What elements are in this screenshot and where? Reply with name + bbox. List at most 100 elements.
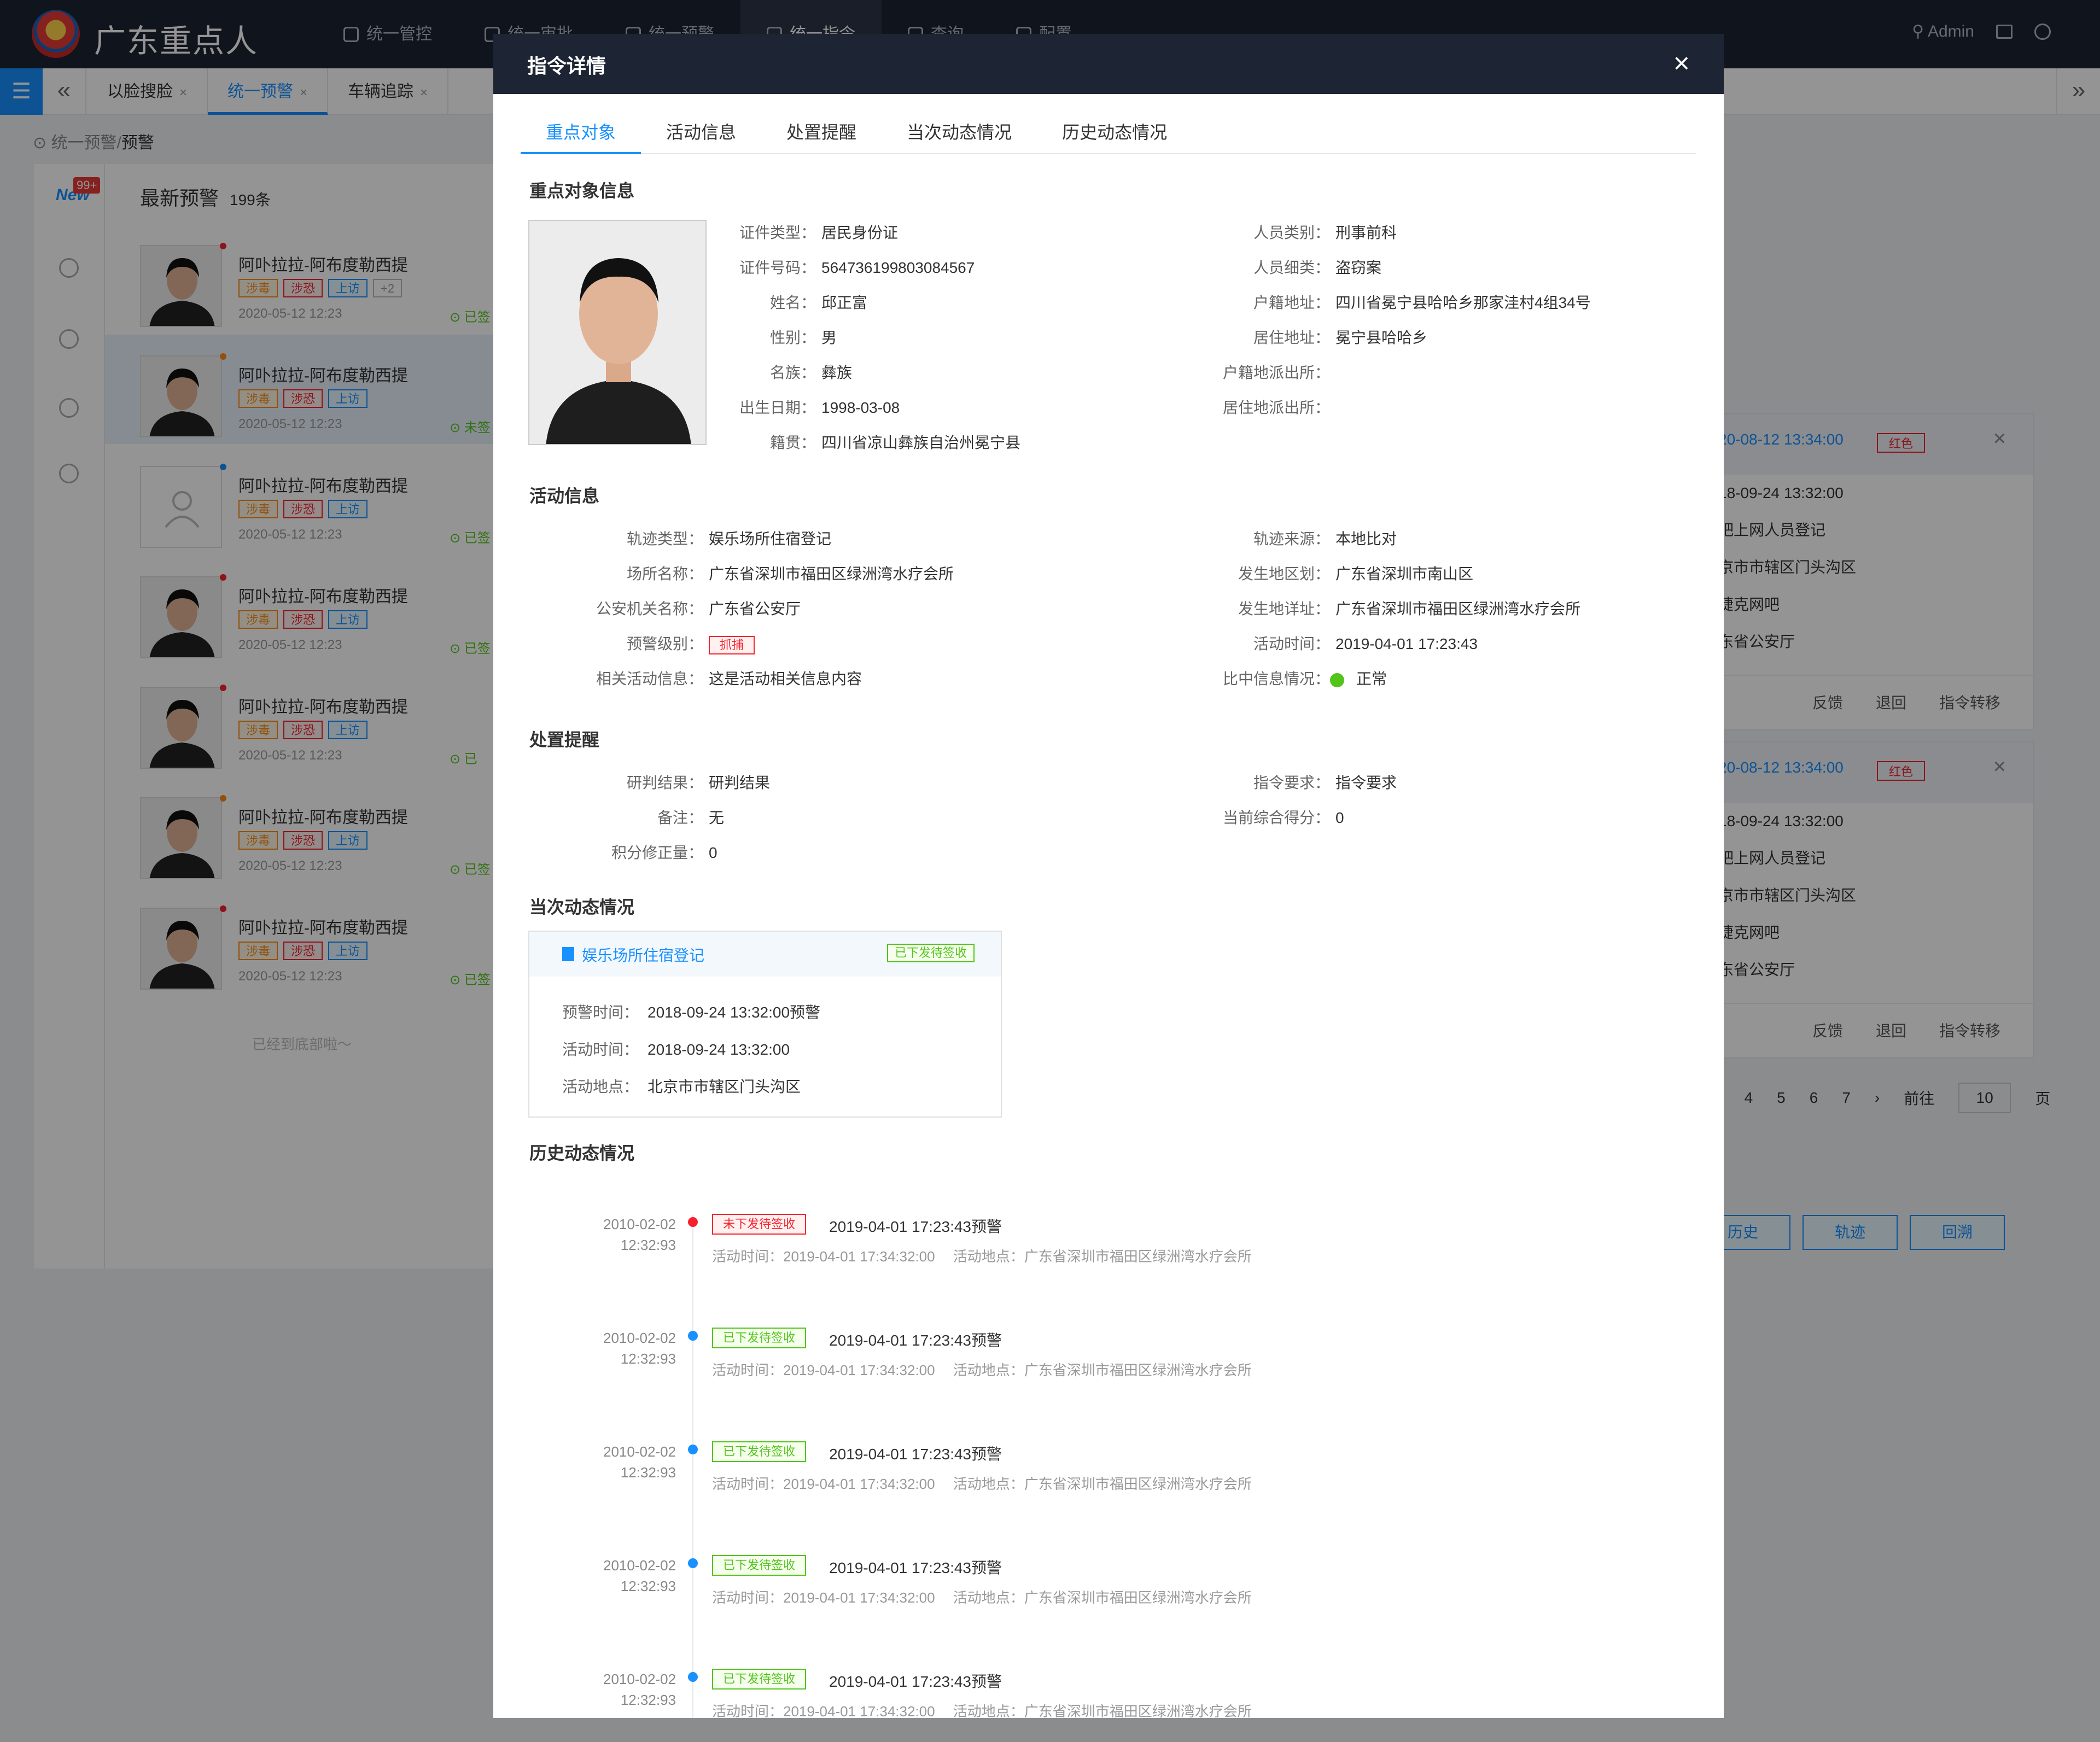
status-badge: 已下发待签收: [712, 1555, 807, 1576]
field-value: 这是活动相关信息内容: [709, 670, 862, 687]
modal-header: 指令详情 ×: [493, 34, 1724, 94]
field-label: 研判结果：: [626, 774, 703, 791]
timeline-item: 2010-02-02 12:32:93 已下发待签收 2019-04-01 17:23…: [528, 1323, 1677, 1433]
status-badge: 已下发待签收: [712, 1328, 807, 1348]
field-label: 场所名称：: [626, 565, 703, 582]
field-row: 预警级别： 抓捕: [528, 632, 755, 654]
field-row: 人员类别： 刑事前科: [1210, 221, 1397, 243]
field-value: 邱正富: [821, 294, 868, 311]
field-row: 居住地址： 冕宁县哈哈乡: [1210, 326, 1427, 348]
tab-history-dynamic[interactable]: 历史动态情况: [1037, 116, 1192, 154]
tab-activity[interactable]: 活动信息: [641, 116, 761, 154]
field-label: 积分修正量：: [611, 844, 703, 861]
field-row: 轨迹类型： 娱乐场所住宿登记: [528, 527, 831, 549]
field-value: 本地比对: [1335, 530, 1397, 547]
field-value: 盗窃案: [1335, 259, 1382, 276]
field-value: 彝族: [821, 364, 853, 381]
field-label: 人员类别：: [1253, 224, 1330, 241]
timeline-detail: 活动时间：2019-04-01 17:34:32:00 活动地点：广东省深圳市福…: [712, 1589, 1252, 1606]
field-row: 户籍地派出所：: [1210, 361, 1335, 383]
field-row: 场所名称： 广东省深圳市福田区绿洲湾水疗会所: [528, 562, 954, 584]
field-label: 籍贯：: [769, 434, 816, 451]
field-value: 广东省深圳市南山区: [1335, 565, 1474, 582]
timeline-item: 2010-02-02 12:32:93 已下发待签收 2019-04-01 17:23…: [528, 1551, 1677, 1660]
field-row: 备注： 无: [528, 806, 724, 828]
field-row: 证件号码： 564736199803084567: [723, 256, 975, 278]
status-badge: 未下发待签收: [712, 1214, 807, 1235]
field-value: 指令要求: [1335, 774, 1397, 791]
timeline-dot: [688, 1558, 698, 1568]
section-title: 历史动态情况: [529, 1143, 635, 1163]
section-title: 当次动态情况: [529, 897, 635, 917]
tab-current-dynamic[interactable]: 当次动态情况: [882, 116, 1037, 154]
field-label: 性别：: [769, 329, 816, 346]
timeline-title[interactable]: 2019-04-01 17:23:43预警: [829, 1670, 1002, 1692]
field-row: 比中信息情况： 正常: [1210, 667, 1387, 689]
field-row: 指令要求： 指令要求: [1210, 771, 1397, 793]
timeline-date: 2010-02-02 12:32:93: [603, 1671, 676, 1708]
detail-row: 预警时间： 2018-09-24 13:32:00预警: [562, 1004, 821, 1021]
timeline-dot: [688, 1672, 698, 1682]
tab-disposal[interactable]: 处置提醒: [761, 116, 882, 154]
field-value: 广东省深圳市福田区绿洲湾水疗会所: [1335, 600, 1581, 617]
field-label: 人员细类：: [1253, 259, 1330, 276]
timeline-date: 2010-02-02 12:32:93: [603, 1443, 676, 1481]
field-row: 出生日期： 1998-03-08: [723, 396, 900, 418]
timeline-detail: 活动时间：2019-04-01 17:34:32:00 活动地点：广东省深圳市福…: [712, 1248, 1252, 1265]
timeline-title[interactable]: 2019-04-01 17:23:43预警: [829, 1556, 1002, 1578]
field-value: 564736199803084567: [821, 259, 975, 276]
detail-row: 活动时间： 2018-09-24 13:32:00: [562, 1041, 790, 1058]
field-label: 发生地区划：: [1238, 565, 1330, 582]
field-label: 公安机关名称：: [596, 600, 703, 617]
current-dynamic-title[interactable]: 娱乐场所住宿登记: [582, 944, 704, 966]
field-label: 户籍地址：: [1253, 294, 1330, 311]
section-title: 重点对象信息: [529, 181, 635, 201]
field-label: 证件类型：: [739, 224, 816, 241]
field-row: 发生地详址： 广东省深圳市福田区绿洲湾水疗会所: [1210, 597, 1580, 619]
modal-title: 指令详情: [527, 55, 606, 77]
detail-row: 活动地点： 北京市市辖区门头沟区: [562, 1078, 801, 1095]
field-value: 四川省凉山彝族自治州冕宁县: [821, 434, 1021, 451]
timeline-dot: [688, 1445, 698, 1454]
timeline-date: 2010-02-02 12:32:93: [603, 1216, 676, 1253]
field-value: 正常: [1356, 670, 1387, 687]
status-badge: 已下发待签收: [712, 1669, 807, 1690]
field-label: 比中信息情况：: [1222, 670, 1330, 687]
field-value: 2019-04-01 17:23:43: [1335, 635, 1478, 652]
field-label: 出生日期：: [739, 399, 816, 416]
field-label: 相关活动信息：: [596, 670, 703, 687]
field-value: 广东省公安厅: [709, 600, 801, 617]
field-value: 1998-03-08: [821, 399, 900, 416]
timeline-date: 2010-02-02 12:32:93: [603, 1557, 676, 1594]
field-row: 相关活动信息： 这是活动相关信息内容: [528, 667, 862, 689]
status-badge: 已下发待签收: [886, 944, 975, 962]
field-row: 姓名： 邱正富: [723, 291, 867, 313]
field-row: 研判结果： 研判结果: [528, 771, 770, 793]
close-icon[interactable]: ×: [1673, 47, 1690, 80]
field-row: 人员细类： 盗窃案: [1210, 256, 1381, 278]
current-dynamic-card: 娱乐场所住宿登记 已下发待签收 预警时间： 2018-09-24 13:32:00…: [528, 931, 1002, 1118]
timeline-dot: [688, 1331, 698, 1341]
person-photo: [528, 220, 707, 445]
field-row: 轨迹来源： 本地比对: [1210, 527, 1397, 549]
field-row: 居住地派出所：: [1210, 396, 1335, 418]
field-label: 轨迹类型：: [626, 530, 703, 547]
field-label: 发生地详址：: [1238, 600, 1330, 617]
field-value: 0: [709, 844, 718, 861]
tab-key-person[interactable]: 重点对象: [521, 116, 641, 154]
field-row: 活动时间： 2019-04-01 17:23:43: [1210, 632, 1478, 654]
field-label: 姓名：: [769, 294, 816, 311]
field-label: 预警级别：: [626, 635, 703, 652]
field-row: 公安机关名称： 广东省公安厅: [528, 597, 801, 619]
field-label: 轨迹来源：: [1253, 530, 1330, 547]
field-value: 刑事前科: [1335, 224, 1397, 241]
field-label: 指令要求：: [1253, 774, 1330, 791]
warning-level-tag: 抓捕: [709, 636, 755, 654]
timeline-detail: 活动时间：2019-04-01 17:34:32:00 活动地点：广东省深圳市福…: [712, 1703, 1252, 1718]
timeline-title[interactable]: 2019-04-01 17:23:43预警: [829, 1215, 1002, 1237]
timeline-title[interactable]: 2019-04-01 17:23:43预警: [829, 1329, 1002, 1351]
field-row: 籍贯： 四川省凉山彝族自治州冕宁县: [723, 431, 1020, 453]
timeline-title[interactable]: 2019-04-01 17:23:43预警: [829, 1442, 1002, 1464]
command-detail-modal: 指令详情 × 重点对象 活动信息 处置提醒 当次动态情况 历史动态情况 重点对象…: [493, 34, 1724, 1718]
field-value: 男: [821, 329, 837, 346]
